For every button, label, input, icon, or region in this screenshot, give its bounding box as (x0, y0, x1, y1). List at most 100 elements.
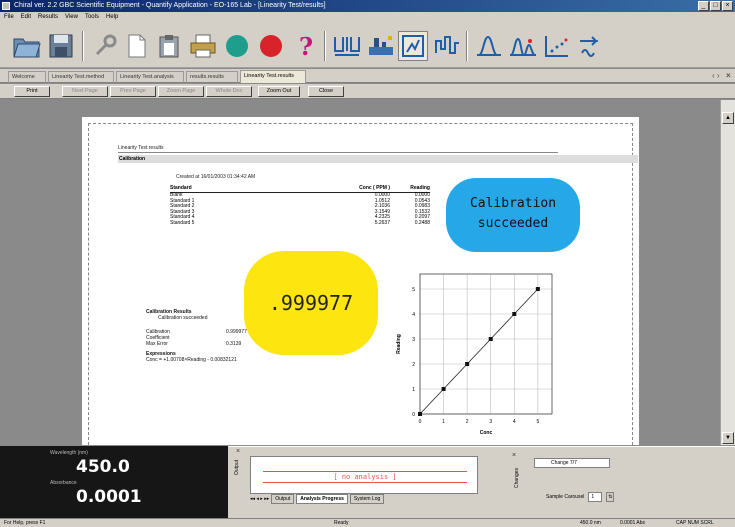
red-stop-icon[interactable] (256, 31, 286, 61)
status-absorbance: 0.0001 Abs (620, 520, 646, 526)
help-icon[interactable]: ? (290, 31, 320, 61)
status-flags: CAP NUM SCRL (676, 520, 714, 526)
menu-tools[interactable]: Tools (85, 12, 99, 23)
sample-carousel-control: Sample Carousel 1 ⇅ (546, 492, 615, 502)
menu-file[interactable]: File (4, 12, 14, 23)
zoom-page-button[interactable]: Zoom Page (158, 86, 204, 97)
document-icon[interactable] (122, 31, 152, 61)
calibration-view-icon[interactable] (398, 31, 428, 61)
menu-edit[interactable]: Edit (21, 12, 31, 23)
clipboard-icon[interactable] (154, 31, 184, 61)
column-header: Reading (410, 185, 430, 191)
print-button[interactable]: Print (14, 86, 50, 97)
changes-caption: Changes (514, 468, 520, 489)
no-analysis-message: [ no analysis ] (263, 471, 467, 483)
y-tick-label: 0 (412, 412, 415, 418)
next-page-button[interactable]: Next Page (62, 86, 108, 97)
output-panel-caption: Output (234, 460, 240, 476)
instrument-icon[interactable] (366, 31, 396, 61)
output-close-icon[interactable]: × (236, 448, 240, 455)
print-icon[interactable] (188, 31, 218, 61)
close-window-button[interactable]: × (722, 1, 733, 11)
close-tab-icon[interactable]: × (726, 71, 731, 80)
tab-analysis-progress[interactable]: Analysis Progress (296, 494, 348, 504)
report-header: Linearity Test.results (118, 145, 558, 153)
wavelength-value: 450.0 (76, 457, 130, 477)
title-bar: Chiral ver. 2.2 GBC Scientific Equipment… (0, 0, 735, 12)
tab-welcome[interactable]: Welcome (8, 71, 46, 83)
vertical-scrollbar[interactable]: ▲ ▼ (720, 100, 735, 445)
close-preview-button[interactable]: Close (308, 86, 344, 97)
save-icon[interactable] (46, 31, 76, 61)
section-calibration-title: Calibration (118, 155, 638, 163)
column-header: Standard (170, 185, 192, 191)
tab-linearity-results[interactable]: Linearity Test.results (240, 70, 306, 83)
status-bar: For Help, press F1 Ready 450.0 nm 0.0001… (0, 518, 735, 527)
changes-close-icon[interactable]: × (512, 452, 516, 459)
calibration-table: Standard Conc ( PPM ) Reading Blank 0.000… (170, 185, 430, 226)
max-error-value: 0.3139 (226, 341, 242, 347)
peak-icon[interactable] (474, 31, 504, 61)
toolbar-separator (466, 31, 468, 61)
tab-linearity-analysis[interactable]: Linearity Test.analysis (116, 71, 184, 83)
sample-carousel-input[interactable]: 1 (588, 492, 603, 502)
whole-doc-button[interactable]: Whole Doc (206, 86, 252, 97)
x-tick-label: 3 (489, 419, 492, 425)
multi-peak-icon[interactable] (508, 31, 538, 61)
svg-text:?: ? (299, 33, 313, 59)
toolbar-separator (82, 31, 84, 61)
tab-scroll-icon[interactable]: ‹ › (712, 71, 720, 80)
tab-results-results[interactable]: results.results (186, 71, 238, 83)
series-line (419, 288, 539, 415)
expression-text: Conc = +1.00708×Reading - 0.00832121 (146, 357, 237, 363)
open-folder-icon[interactable] (12, 31, 42, 61)
calibration-value: 0.999977 (226, 329, 247, 335)
table-header: Standard Conc ( PPM ) Reading (170, 185, 430, 193)
preview-toolbar: Print Next Page Prev Page Zoom Page Whol… (0, 84, 735, 99)
menu-results[interactable]: Results (38, 12, 58, 23)
sample-carousel-label: Sample Carousel (546, 494, 585, 500)
spinner-icon[interactable]: ⇅ (606, 492, 615, 502)
scroll-down-icon[interactable]: ▼ (722, 432, 734, 444)
toolbar: ? (0, 23, 735, 68)
created-timestamp: Created at 16/01/2003 01:34:42 AM (176, 174, 256, 180)
status-callout: Calibration succeeded (446, 178, 580, 252)
wrench-icon[interactable] (90, 31, 120, 61)
menu-view[interactable]: View (65, 12, 78, 23)
prev-page-button[interactable]: Prev Page (110, 86, 156, 97)
cell: 0.2488 (414, 219, 430, 226)
maximize-button[interactable]: □ (710, 1, 721, 11)
zoom-out-button[interactable]: Zoom Out (258, 86, 300, 97)
data-point (488, 337, 493, 341)
y-axis-label: Reading (396, 334, 402, 354)
tab-linearity-method[interactable]: Linearity Test.method (48, 71, 114, 83)
table-row: Standard 5 5.2637 0.2488 (170, 219, 430, 227)
wave-icon[interactable] (432, 31, 462, 61)
scatter-icon[interactable] (542, 31, 572, 61)
document-tab-strip: Welcome Linearity Test.method Linearity … (0, 69, 735, 83)
instrument-readout: Wavelength (nm) 450.0 Absorbance 0.0001 (0, 446, 228, 518)
app-icon (2, 2, 10, 10)
tab-nav-icon[interactable]: ◂◂ ◂ ▸ ▸▸ (250, 496, 269, 502)
sample-grid-icon[interactable] (332, 31, 362, 61)
green-circle-icon[interactable] (222, 31, 252, 61)
x-tick-label: 4 (513, 419, 516, 425)
tab-system-log[interactable]: System Log (349, 494, 385, 504)
max-error-label: Max Error (146, 341, 168, 347)
window-title: Chiral ver. 2.2 GBC Scientific Equipment… (14, 2, 326, 9)
change-counter: Change 7/7 (534, 458, 610, 468)
calibration-chart: 0 1 2 3 4 5 0 1 2 3 4 5 Conc Reading (396, 273, 553, 436)
cell: 5.2637 (374, 219, 390, 226)
cell: Standard 5 (170, 219, 195, 226)
scroll-up-icon[interactable]: ▲ (722, 112, 734, 124)
absorbance-label: Absorbance (50, 480, 77, 486)
menu-help[interactable]: Help (106, 12, 118, 23)
tab-output[interactable]: Output (271, 494, 295, 504)
data-point (441, 387, 446, 391)
menu-bar: File Edit Results View Tools Help (0, 12, 735, 23)
transfer-icon[interactable] (576, 31, 606, 61)
status-callout-line2: succeeded (477, 216, 549, 231)
minimize-button[interactable]: _ (698, 1, 709, 11)
y-tick-label: 3 (412, 337, 415, 343)
x-tick-label: 0 (419, 419, 422, 425)
